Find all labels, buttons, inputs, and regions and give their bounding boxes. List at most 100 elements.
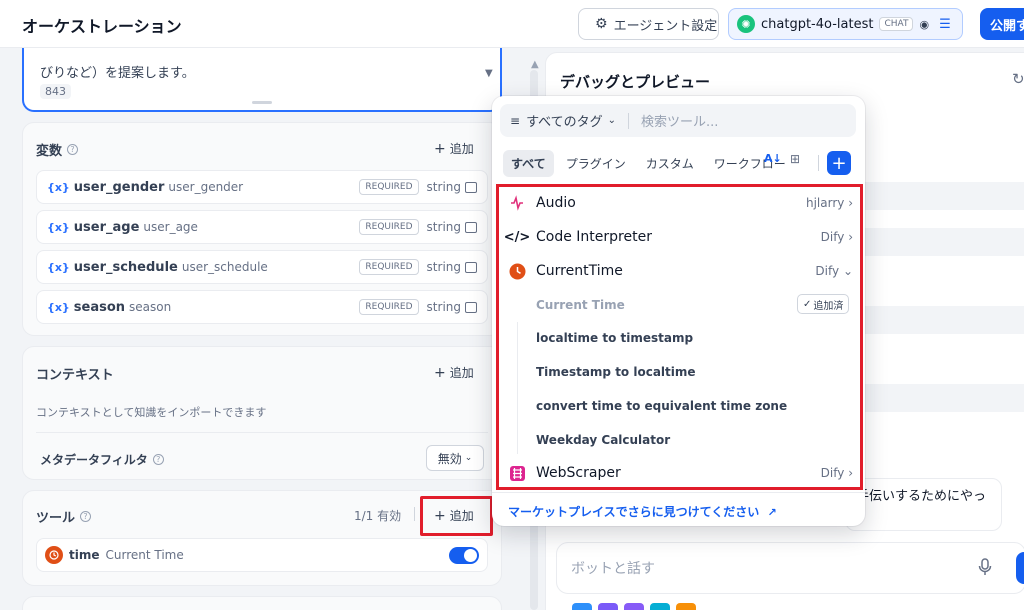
divider — [36, 432, 488, 433]
help-icon[interactable]: ? — [152, 454, 164, 465]
help-icon[interactable]: ? — [67, 144, 79, 155]
plus-icon: + — [434, 507, 446, 524]
variable-type: string — [426, 260, 461, 274]
agent-settings-button[interactable]: ⚙ エージェント設定 — [578, 8, 719, 40]
tag-filter-dropdown[interactable]: すべてのタグ — [526, 111, 603, 130]
resize-handle[interactable] — [252, 101, 272, 104]
scroll-down-icon[interactable]: ▼ — [485, 68, 493, 79]
publish-button[interactable]: 公開す — [980, 8, 1024, 40]
variable-icon: {x} — [47, 300, 70, 314]
provider-name: WebScraper — [536, 465, 621, 481]
provider-name: CurrentTime — [536, 263, 623, 279]
gear-icon: ⚙ — [595, 16, 608, 32]
model-name: chatgpt-4o-latest — [761, 16, 874, 32]
provider-item-code-interpreter[interactable]: </> Code Interpreter Dify › — [504, 222, 853, 252]
eye-icon: ◉ — [919, 17, 930, 31]
variable-type: string — [426, 220, 461, 234]
tab-all[interactable]: すべて — [503, 149, 554, 177]
text-type-icon — [465, 261, 477, 273]
provider-item-audio[interactable]: Audio hjlarry › — [508, 188, 853, 218]
bot-message: 手伝いするためにやっ — [845, 478, 1002, 531]
feature-icon[interactable] — [572, 603, 592, 610]
placeholder-bar — [865, 228, 1024, 256]
feature-icon[interactable] — [624, 603, 644, 610]
provider-source-text: Dify — [820, 466, 845, 480]
tools-enabled-count: 1/1 有効 — [354, 509, 402, 523]
provider-source-text: Dify — [820, 230, 845, 244]
variable-icon: {x} — [47, 220, 70, 234]
divider — [492, 492, 865, 493]
metadata-filter-text: メタデータフィルタ — [40, 453, 148, 467]
variable-label: user_age — [143, 220, 198, 234]
text-type-icon — [465, 301, 477, 313]
tab-custom[interactable]: カスタム — [638, 150, 702, 177]
plus-icon: + — [434, 140, 446, 157]
provider-item-current-time[interactable]: CurrentTime Dify ⌄ — [508, 256, 853, 286]
settings-sliders-icon[interactable]: ☰ — [939, 17, 951, 32]
send-button[interactable] — [1016, 552, 1024, 584]
variable-label: user_gender — [168, 180, 244, 194]
variable-icon: {x} — [47, 180, 70, 194]
context-title: コンテキスト — [36, 368, 114, 383]
metadata-filter-select[interactable]: 無効 ⌄ — [426, 445, 484, 471]
variable-row[interactable]: {x} user_gender user_gender REQUIRED str… — [36, 170, 488, 204]
chat-input[interactable]: ボットと話す — [556, 542, 1024, 594]
tool-item[interactable]: Weekday Calculator — [536, 433, 670, 447]
marketplace-link-text: マーケットプレイスでさらに見つけてください — [508, 505, 760, 519]
variable-type: string — [426, 300, 461, 314]
feature-icon[interactable] — [676, 603, 696, 610]
metadata-filter-value: 無効 — [437, 451, 462, 466]
tools-title-text: ツール — [36, 511, 76, 526]
provider-source-text: Dify — [815, 264, 840, 278]
help-icon[interactable]: ? — [80, 511, 92, 522]
divider — [628, 112, 630, 129]
tool-name: time — [69, 548, 100, 562]
model-selector[interactable]: ✺ chatgpt-4o-latest CHAT ◉ ☰ — [728, 8, 963, 40]
variables-title: 変数 ? — [36, 140, 79, 159]
variable-row[interactable]: {x} season season REQUIRED string — [36, 290, 488, 324]
debug-preview-title: デバッグとプレビュー — [560, 73, 711, 91]
feature-icon[interactable] — [650, 603, 670, 610]
add-variable-button[interactable]: + 追加 — [434, 140, 474, 157]
prompt-char-count: 843 — [40, 84, 71, 99]
variable-label: season — [129, 300, 172, 314]
tool-item[interactable]: Timestamp to localtime — [536, 365, 696, 379]
create-tool-button[interactable]: + — [827, 151, 851, 175]
tool-row[interactable]: time Current Time — [36, 538, 488, 572]
tool-label: Current Time — [105, 548, 184, 562]
model-mode-badge: CHAT — [879, 17, 914, 31]
page-title: オーケストレーション — [22, 17, 182, 36]
provider-source: Dify › — [820, 230, 853, 244]
marketplace-link[interactable]: マーケットプレイスでさらに見つけてください ↗ — [508, 503, 777, 520]
provider-item-webscraper[interactable]: WebScraper Dify › — [508, 458, 853, 488]
variable-name: season — [73, 299, 126, 315]
refresh-icon[interactable]: ↻ — [1012, 70, 1024, 88]
sort-az-icon[interactable]: A↓ — [764, 152, 784, 172]
feature-icon[interactable] — [598, 603, 618, 610]
variable-row[interactable]: {x} user_schedule user_schedule REQUIRED… — [36, 250, 488, 284]
provider-source: Dify ⌄ — [815, 264, 853, 278]
tree-line — [517, 322, 518, 454]
chevron-down-icon: ⌄ — [464, 453, 473, 463]
scroll-up-icon[interactable]: ▲ — [531, 59, 539, 70]
tool-search-input[interactable]: 検索ツール... — [641, 111, 718, 130]
microphone-icon[interactable] — [978, 558, 992, 580]
check-icon: ✓ — [803, 298, 812, 310]
tool-item[interactable]: convert time to equivalent time zone — [536, 399, 787, 413]
add-tool-button[interactable]: + 追加 — [434, 507, 474, 524]
add-context-button[interactable]: + 追加 — [434, 364, 474, 381]
tool-subheader: Current Time — [536, 298, 625, 312]
placeholder-bar — [865, 306, 1024, 334]
variable-type: string — [426, 180, 461, 194]
tool-item[interactable]: localtime to timestamp — [536, 331, 693, 345]
variable-row[interactable]: {x} user_age user_age REQUIRED string — [36, 210, 488, 244]
add-context-label: 追加 — [449, 366, 474, 380]
tool-enable-toggle[interactable] — [449, 546, 479, 564]
provider-source-text: hjlarry — [805, 196, 845, 210]
tree-view-icon[interactable]: ⊞ — [790, 152, 810, 172]
metadata-filter-label: メタデータフィルタ ? — [40, 451, 164, 468]
tab-plugins[interactable]: プラグイン — [558, 150, 634, 177]
tool-search-bar[interactable]: ≡ すべてのタグ ⌄ 検索ツール... — [500, 104, 856, 137]
agent-settings-label: エージェント設定 — [613, 18, 718, 34]
provider-source: hjlarry › — [805, 196, 853, 210]
